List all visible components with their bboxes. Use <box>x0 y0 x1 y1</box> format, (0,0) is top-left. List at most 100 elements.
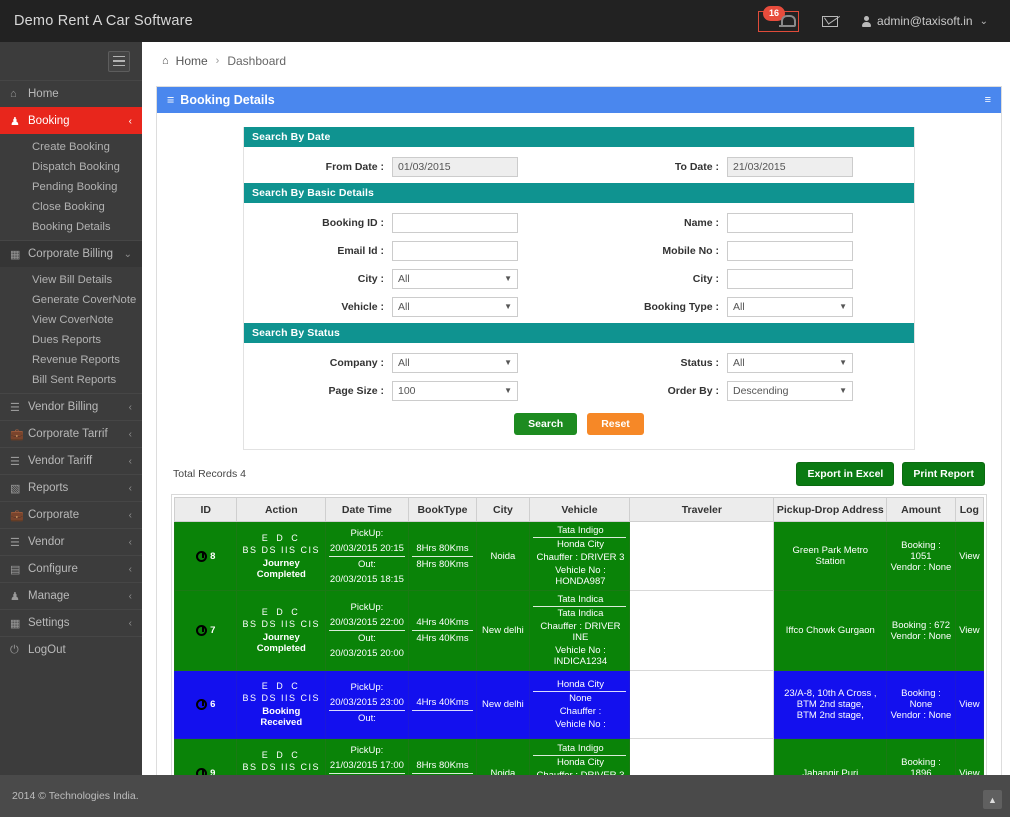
email-label: Email Id : <box>244 245 392 257</box>
sidebar-toggle-button[interactable] <box>108 51 130 72</box>
action-codes-secondary[interactable]: BS DS IIS CIS <box>240 762 322 772</box>
out-label: Out: <box>329 556 405 572</box>
power-icon[interactable] <box>196 551 207 562</box>
booking-details-panel: ≡ Booking Details ≡ Search By Date From … <box>156 86 1002 817</box>
out-time: 20/03/2015 18:15 <box>329 572 405 587</box>
company-select[interactable]: All <box>392 353 518 373</box>
print-report-button[interactable]: Print Report <box>902 462 985 486</box>
pickup-label: PickUp: <box>329 600 405 615</box>
sidebar-item-dispatch-booking[interactable]: Dispatch Booking <box>0 157 142 177</box>
id-cell-inner: 7 <box>178 625 233 636</box>
panel-title: Booking Details <box>180 93 274 107</box>
action-codes-primary[interactable]: E D C <box>240 681 322 691</box>
sidebar-item-settings[interactable]: ▦ Settings ‹ <box>0 609 142 636</box>
sidebar-item-corporate-billing[interactable]: ▦ Corporate Billing ⌄ <box>0 240 142 267</box>
sidebar-item-corporate[interactable]: 💼 Corporate ‹ <box>0 501 142 528</box>
scroll-to-top-button[interactable]: ▲ <box>983 790 1002 809</box>
city-select[interactable]: All <box>392 269 518 289</box>
chauffer-name: Chauffer : <box>533 705 627 718</box>
sidebar-item-vendor[interactable]: ☰ Vendor ‹ <box>0 528 142 555</box>
booking-type-select[interactable]: All <box>727 297 853 317</box>
notification-highlight: 16 <box>759 12 798 31</box>
power-icon[interactable] <box>196 625 207 636</box>
pickup-label: PickUp: <box>329 743 405 758</box>
sidebar-item-label: Corporate Tarrif <box>28 428 108 440</box>
sidebar-item-booking[interactable]: ♟ Booking ‹ <box>0 107 142 134</box>
city-select-cell: City : All ▼ <box>244 269 579 289</box>
sidebar-item-dues-reports[interactable]: Dues Reports <box>0 330 142 350</box>
breadcrumb-home-link[interactable]: Home <box>176 54 208 68</box>
pickup-address: Green Park Metro Station <box>777 545 883 567</box>
chevron-left-icon: ‹ <box>129 564 132 575</box>
list-icon: ☰ <box>10 455 28 468</box>
status-select[interactable]: All <box>727 353 853 373</box>
sidebar-item-close-booking[interactable]: Close Booking <box>0 197 142 217</box>
view-log-link[interactable]: View <box>959 551 979 562</box>
table-row[interactable]: 7 E D C BS DS IIS CIS Journey Completed <box>175 591 984 671</box>
view-log-link[interactable]: View <box>959 625 979 636</box>
notifications-button[interactable]: 16 <box>747 0 810 42</box>
city-text-input[interactable] <box>727 269 853 289</box>
panel-options-icon[interactable]: ≡ <box>985 94 991 106</box>
sidebar-item-home[interactable]: ⌂ Home <box>0 80 142 107</box>
column-header-pickup-drop-address: Pickup-Drop Address <box>774 498 887 522</box>
booktype-primary: 8Hrs 80Kms <box>412 758 474 773</box>
sidebar-item-create-booking[interactable]: Create Booking <box>0 137 142 157</box>
action-codes-secondary[interactable]: BS DS IIS CIS <box>240 619 322 629</box>
status-select-wrap: All ▼ <box>727 353 853 373</box>
booking-type-label: Booking Type : <box>579 301 727 313</box>
panel-header: ≡ Booking Details ≡ <box>157 87 1001 113</box>
user-icon <box>862 16 871 27</box>
table-row[interactable]: 6 E D C BS DS IIS CIS Booking Received <box>175 671 984 739</box>
table-row[interactable]: 8 E D C BS DS IIS CIS Journey Completed <box>175 522 984 591</box>
name-input[interactable] <box>727 213 853 233</box>
booking-type-cell: Booking Type : All ▼ <box>579 297 914 317</box>
from-date-input[interactable] <box>392 157 518 177</box>
sidebar-item-bill-sent-reports[interactable]: Bill Sent Reports <box>0 370 142 390</box>
action-codes-primary[interactable]: E D C <box>240 607 322 617</box>
sidebar-item-corporate-tarrif[interactable]: 💼 Corporate Tarrif ‹ <box>0 420 142 447</box>
order-by-select[interactable]: Descending <box>727 381 853 401</box>
email-input[interactable] <box>392 241 518 261</box>
sidebar-item-configure[interactable]: ▤ Configure ‹ <box>0 555 142 582</box>
order-by-select-wrap: Descending ▼ <box>727 381 853 401</box>
reset-button[interactable]: Reset <box>587 413 644 435</box>
vehicle-select[interactable]: All <box>392 297 518 317</box>
sidebar-item-reports[interactable]: ▧ Reports ‹ <box>0 474 142 501</box>
sidebar-item-view-covernote[interactable]: View CoverNote <box>0 310 142 330</box>
messages-button[interactable] <box>810 0 850 42</box>
list-icon: ☰ <box>10 401 28 414</box>
sidebar-item-vendor-tariff[interactable]: ☰ Vendor Tariff ‹ <box>0 447 142 474</box>
export-in-excel-button[interactable]: Export in Excel <box>796 462 894 486</box>
sidebar-item-booking-details[interactable]: Booking Details <box>0 217 142 237</box>
sidebar-item-pending-booking[interactable]: Pending Booking <box>0 177 142 197</box>
cell-log: View <box>955 671 983 739</box>
out-time: 20/03/2015 20:00 <box>329 646 405 661</box>
action-codes-primary[interactable]: E D C <box>240 533 322 543</box>
power-icon[interactable] <box>196 699 207 710</box>
sidebar-item-generate-covernote[interactable]: Generate CoverNote <box>0 290 142 310</box>
action-codes-secondary[interactable]: BS DS IIS CIS <box>240 545 322 555</box>
cell-vehicle: Tata Indigo Honda City Chauffer : DRIVER… <box>529 522 630 591</box>
booking-id-input[interactable] <box>392 213 518 233</box>
sidebar-item-manage[interactable]: ♟ Manage ‹ <box>0 582 142 609</box>
vehicle-cell: Vehicle : All ▼ <box>244 297 579 317</box>
page-size-select[interactable]: 100 <box>392 381 518 401</box>
to-date-input[interactable] <box>727 157 853 177</box>
footer: 2014 © Technologies India. ▲ <box>0 775 1010 817</box>
sidebar-item-vendor-billing[interactable]: ☰ Vendor Billing ‹ <box>0 393 142 420</box>
booktype-stack: 4Hrs 40Kms 4Hrs 40Kms <box>412 615 474 646</box>
mobile-input[interactable] <box>727 241 853 261</box>
user-menu-button[interactable]: admin@taxisoft.in ⌄ <box>850 0 1000 42</box>
page-size-select-wrap: 100 ▼ <box>392 381 518 401</box>
action-codes-primary[interactable]: E D C <box>240 750 322 760</box>
sidebar-item-logout[interactable]: ⏻ LogOut <box>0 636 142 663</box>
search-button[interactable]: Search <box>514 413 577 435</box>
cell-log: View <box>955 591 983 671</box>
sidebar-item-view-bill-details[interactable]: View Bill Details <box>0 270 142 290</box>
company-select-wrap: All ▼ <box>392 353 518 373</box>
action-codes-secondary[interactable]: BS DS IIS CIS <box>240 693 322 703</box>
cell-traveler <box>630 522 774 591</box>
sidebar-item-revenue-reports[interactable]: Revenue Reports <box>0 350 142 370</box>
view-log-link[interactable]: View <box>959 699 979 710</box>
